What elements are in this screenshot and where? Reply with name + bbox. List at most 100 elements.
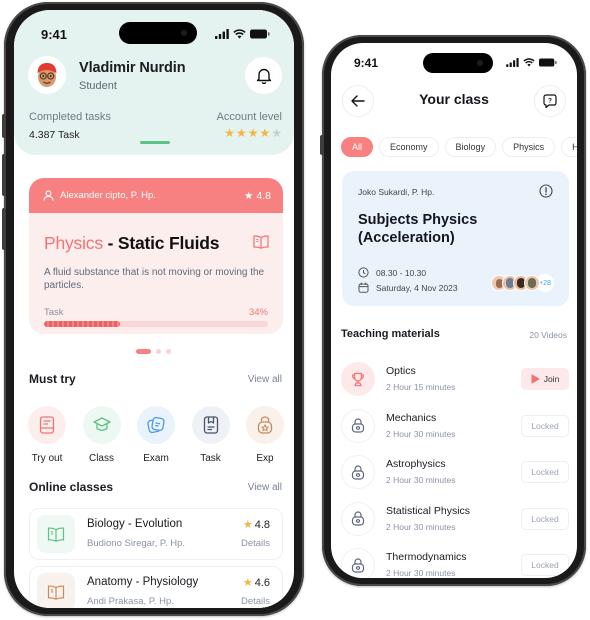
notifications-button[interactable] bbox=[245, 57, 282, 94]
task-progress-bar bbox=[44, 321, 268, 327]
lock-icon bbox=[351, 557, 365, 573]
completed-tasks-value: 4.387 Task bbox=[29, 129, 80, 141]
user-icon bbox=[43, 190, 54, 201]
material-name: Mechanics bbox=[386, 411, 437, 424]
phone-your-class: 9:41 Your class ? All Economy Biology Physi… bbox=[320, 35, 586, 586]
task-percent: 34% bbox=[248, 307, 268, 318]
status-bar: 9:41 bbox=[14, 10, 294, 54]
shortcut-task[interactable]: Task bbox=[190, 406, 232, 464]
shortcut-try-out[interactable]: Try out bbox=[26, 406, 68, 464]
filter-chip-economy[interactable]: Economy bbox=[379, 137, 439, 157]
material-duration: 2 Hour 30 minutes bbox=[386, 428, 456, 439]
material-action-label: Locked bbox=[531, 420, 559, 431]
live-class-card[interactable]: Joko Sukardi, P. Hp. Subjects Physics (A… bbox=[342, 171, 569, 306]
filter-chip-biology[interactable]: Biology bbox=[444, 137, 497, 157]
material-name: Optics bbox=[386, 365, 416, 377]
shortcut-label: Task bbox=[200, 453, 221, 464]
teaching-materials-count: 20 Videos bbox=[529, 330, 567, 340]
star-empty-icon: ★ bbox=[271, 126, 282, 140]
class-details-link[interactable]: Details bbox=[241, 596, 270, 607]
dynamic-island bbox=[423, 53, 493, 73]
featured-rating: 4.8 bbox=[256, 189, 271, 202]
class-name: Biology - Evolution bbox=[87, 518, 183, 530]
filter-chip-physics[interactable]: Physics bbox=[502, 137, 556, 157]
shortcut-class[interactable]: Class bbox=[81, 406, 123, 464]
carousel-dot[interactable] bbox=[166, 349, 171, 354]
shortcut-exam[interactable]: Exam bbox=[135, 406, 177, 464]
class-thumbnail bbox=[37, 573, 75, 608]
star-icon: ★ bbox=[242, 519, 253, 531]
category-filter-chips: AllEconomyBiologyPhysics Hist bbox=[341, 137, 577, 157]
wifi-icon bbox=[233, 29, 246, 39]
must-try-view-all[interactable]: View all bbox=[248, 374, 282, 385]
material-item[interactable]: Astrophysics 2 Hour 30 minutes Locked bbox=[341, 455, 569, 491]
carousel-dot[interactable] bbox=[136, 349, 151, 354]
lock-icon bbox=[351, 418, 365, 433]
clock-icon bbox=[358, 267, 369, 278]
help-chat-icon: ? bbox=[543, 94, 557, 108]
class-details-link[interactable]: Details bbox=[241, 538, 270, 549]
material-name: Statistical Physics bbox=[386, 504, 471, 517]
locked-button[interactable]: Locked bbox=[521, 507, 569, 530]
material-duration: 2 Hour 30 minutes bbox=[386, 475, 456, 485]
shortcut-label: Class bbox=[88, 453, 114, 464]
featured-topic: Static Fluids bbox=[117, 233, 220, 253]
shortcut-exp[interactable]: Exp bbox=[244, 406, 286, 464]
battery-icon bbox=[539, 58, 557, 67]
join-button[interactable]: Join bbox=[521, 368, 569, 390]
info-icon[interactable] bbox=[539, 184, 553, 198]
teaching-materials-title: Teaching materials bbox=[341, 328, 440, 340]
status-time: 9:41 bbox=[41, 27, 68, 42]
material-duration: 2 Hour 30 minutes bbox=[386, 568, 456, 578]
exam-cards-icon bbox=[147, 416, 165, 434]
book-icon bbox=[47, 584, 65, 600]
shortcut-icon-bg bbox=[82, 406, 121, 444]
shortcut-label: Try out bbox=[31, 453, 63, 464]
material-icon-circle bbox=[341, 455, 375, 489]
attendee-avatars[interactable]: +28 bbox=[491, 274, 554, 292]
shortcut-icon-bg bbox=[28, 406, 66, 444]
shortcut-icon-bg bbox=[246, 406, 284, 444]
battery-icon bbox=[250, 29, 270, 39]
locked-button[interactable]: Locked bbox=[521, 414, 569, 437]
status-time: 9:41 bbox=[354, 56, 379, 70]
graduation-cap-icon bbox=[92, 417, 111, 431]
online-classes-view-all[interactable]: View all bbox=[248, 482, 282, 493]
material-item[interactable]: Statistical Physics 2 Hour 30 minutes Lock… bbox=[341, 501, 569, 538]
home-screen: 9:41 Vladimir Nurdin Student Completed t… bbox=[14, 10, 294, 608]
phone-home: 9:41 Vladimir Nurdin Student Completed t… bbox=[2, 2, 304, 616]
live-class-time: 08.30 - 10.30 bbox=[376, 267, 427, 278]
class-rating: ★ 4.8 bbox=[242, 518, 270, 532]
attendee-avatar bbox=[524, 275, 540, 291]
help-button[interactable]: ? bbox=[534, 85, 566, 117]
must-try-list: Try out Class Exam Task Exp bbox=[26, 406, 286, 464]
filter-chip-all[interactable]: All bbox=[341, 137, 374, 157]
star-filled-icon: ★ bbox=[235, 126, 247, 140]
user-name: Vladimir Nurdin bbox=[79, 60, 186, 76]
class-rating-value: 4.8 bbox=[254, 518, 270, 531]
featured-separator: - bbox=[102, 233, 118, 253]
featured-course-card[interactable]: Alexander cipto, P. Hp. ★ 4.8 Physics - … bbox=[29, 178, 283, 334]
user-avatar[interactable] bbox=[28, 56, 66, 94]
filter-chip-hist[interactable]: Hist bbox=[561, 137, 577, 157]
locked-button[interactable]: Locked bbox=[521, 554, 569, 576]
carousel-dot[interactable] bbox=[156, 349, 161, 354]
carousel-indicator[interactable] bbox=[136, 349, 171, 354]
lock-icon bbox=[351, 464, 365, 480]
dynamic-island bbox=[119, 22, 197, 44]
bell-icon bbox=[256, 68, 271, 84]
trophy-icon bbox=[351, 372, 365, 386]
material-item[interactable]: Mechanics 2 Hour 30 minutes Locked bbox=[341, 408, 569, 445]
locked-button[interactable]: Locked bbox=[521, 461, 569, 483]
shortcut-icon-bg bbox=[191, 406, 230, 444]
material-action-label: Join bbox=[543, 374, 560, 384]
online-class-item[interactable]: Anatomy - Physiology Andi Prakasa, P. Hp… bbox=[29, 566, 283, 608]
material-item[interactable]: Thermodynamics 2 Hour 30 minutes Locked bbox=[341, 548, 569, 578]
online-class-item[interactable]: Biology - Evolution Budiono Siregar, P. … bbox=[29, 508, 283, 560]
featured-description: A fluid substance that is not moving or … bbox=[44, 267, 265, 291]
status-bar: 9:41 bbox=[331, 43, 577, 87]
task-board-icon bbox=[203, 416, 218, 434]
material-item[interactable]: Optics 2 Hour 15 minutes Join bbox=[341, 362, 569, 398]
play-icon bbox=[531, 374, 540, 384]
drag-handle[interactable] bbox=[140, 141, 170, 144]
